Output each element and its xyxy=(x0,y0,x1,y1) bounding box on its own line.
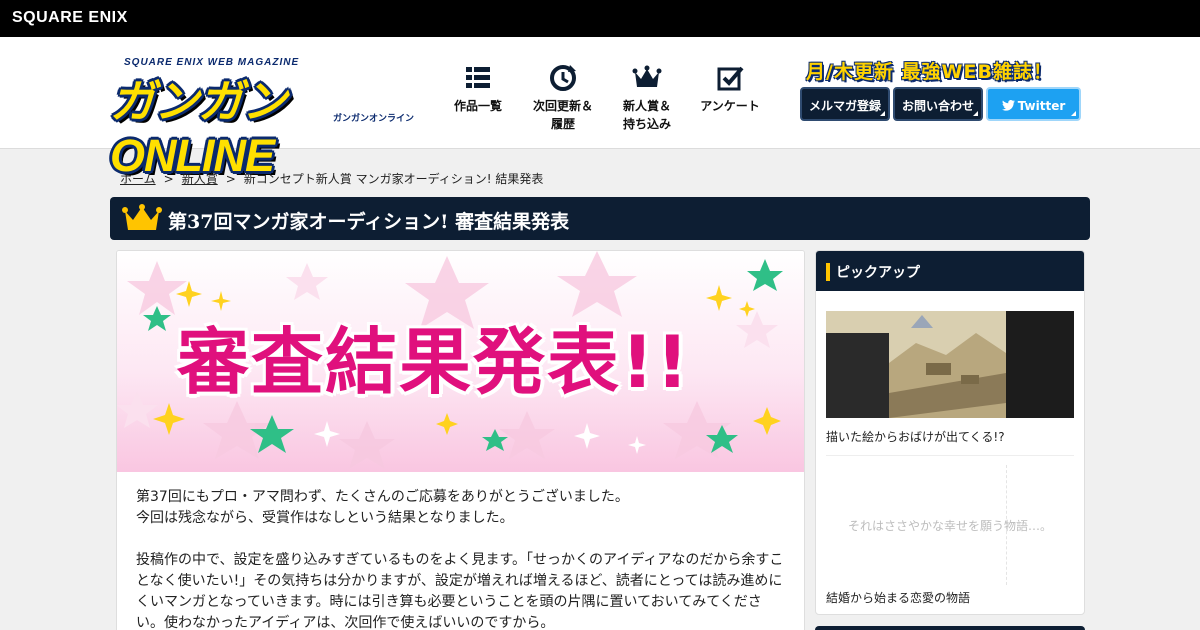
pickup-item-2-caption[interactable]: 結婚から始まる恋愛の物語 xyxy=(826,589,970,606)
corner-arrow-icon xyxy=(880,111,885,116)
article-paragraph: 投稿作の中で、設定を盛り込みすぎているものをよく見ます。「せっかくのアイディアな… xyxy=(136,552,784,630)
pickup-header-accent xyxy=(826,263,830,281)
article-body: 第37回にもプロ・アマ問わず、たくさんのご応募をありがとうございました。 今回は… xyxy=(136,487,786,630)
results-banner-text: 審査結果発表!! xyxy=(177,320,691,404)
nav-survey[interactable]: アンケート xyxy=(690,63,770,115)
article-paragraph: 第37回にもプロ・アマ問わず、たくさんのご応募をありがとうございました。 今回は… xyxy=(136,487,786,529)
breadcrumb: ホーム > 新人賞 > 新コンセプト新人賞 マンガ家オーディション! 結果発表 xyxy=(120,170,543,187)
pickup-item-1-thumbnail[interactable] xyxy=(826,303,1074,426)
contact-button[interactable]: お問い合わせ xyxy=(893,87,983,121)
checkbox-icon xyxy=(717,66,744,91)
pickup-header: ピックアップ xyxy=(816,251,1084,291)
pickup-item-2-thumbnail[interactable]: それはささやかな幸せを願う物語…。 xyxy=(826,465,1074,585)
article-card: 審査結果発表!! 第37回にもプロ・アマ問わず、たくさんのご応募をありがとうござ… xyxy=(116,250,805,630)
corner-arrow-icon xyxy=(973,111,978,116)
grid-list-icon xyxy=(466,67,490,88)
crown-icon xyxy=(632,65,662,87)
pickup-thumbnail-image xyxy=(826,303,1074,426)
nav-newcomer-award-label: 新人賞＆ 持ち込み xyxy=(622,99,671,131)
nav-survey-label: アンケート xyxy=(700,99,760,113)
nav-newcomer-award[interactable]: 新人賞＆ 持ち込み xyxy=(607,63,687,133)
clock-update-icon xyxy=(550,65,576,91)
twitter-bird-icon xyxy=(1001,100,1015,111)
site-header: SQUARE ENIX WEB MAGAZINE ガンガンONLINE ガンガン… xyxy=(0,37,1200,181)
mailmag-button-label: メルマガ登録 xyxy=(808,99,881,113)
results-banner: 審査結果発表!! xyxy=(117,251,804,472)
update-slogan: 月/木更新 最強WEB雑誌！ xyxy=(806,61,1053,83)
nav-next-update[interactable]: 次回更新＆ 履歴 xyxy=(523,63,603,133)
site-logo-kana: ガンガンオンライン xyxy=(332,113,414,123)
page-title-bar: 第37回マンガ家オーディション! 審査結果発表 xyxy=(110,197,1090,240)
pickup-item-1-caption[interactable]: 描いた絵からおばけが出てくる!? xyxy=(826,428,1005,445)
nav-works-list[interactable]: 作品一覧 xyxy=(438,63,518,115)
site-logo[interactable]: SQUARE ENIX WEB MAGAZINE ガンガンONLINE ガンガン… xyxy=(110,57,428,181)
crown-icon xyxy=(122,204,162,230)
breadcrumb-prize-link[interactable]: 新人賞 xyxy=(182,172,218,186)
pickup-item-2-overlay: それはささやかな幸せを願う物語…。 xyxy=(847,519,1052,533)
breadcrumb-current: 新コンセプト新人賞 マンガ家オーディション! 結果発表 xyxy=(243,172,544,186)
square-enix-logo[interactable]: SQUARE ENIX xyxy=(12,9,128,27)
nav-next-update-label: 次回更新＆ 履歴 xyxy=(532,99,593,131)
breadcrumb-separator: > xyxy=(163,172,174,186)
twitter-button-label: Twitter xyxy=(1017,99,1066,113)
twitter-button[interactable]: Twitter xyxy=(986,87,1081,121)
contact-button-label: お問い合わせ xyxy=(901,99,974,113)
top-bar: SQUARE ENIX xyxy=(0,0,1200,37)
corner-arrow-icon xyxy=(1071,111,1076,116)
article-line: 今回は残念ながら、受賞作はなしという結果となりました。 xyxy=(136,510,514,526)
pickup-sidebar: ピックアップ 描いた絵からおばけが出てくる!? それはささやかな幸せを願う物語…… xyxy=(815,250,1085,615)
breadcrumb-separator: > xyxy=(225,172,236,186)
pickup-title: ピックアップ xyxy=(836,265,920,281)
breadcrumb-home-link[interactable]: ホーム xyxy=(120,172,156,186)
nav-works-list-label: 作品一覧 xyxy=(453,99,502,113)
pickup-divider xyxy=(826,455,1074,456)
next-sidebar-header xyxy=(815,626,1085,630)
mailmag-button[interactable]: メルマガ登録 xyxy=(800,87,890,121)
page-title: 第37回マンガ家オーディション! 審査結果発表 xyxy=(168,211,570,233)
article-line: 第37回にもプロ・アマ問わず、たくさんのご応募をありがとうございました。 xyxy=(136,489,629,505)
